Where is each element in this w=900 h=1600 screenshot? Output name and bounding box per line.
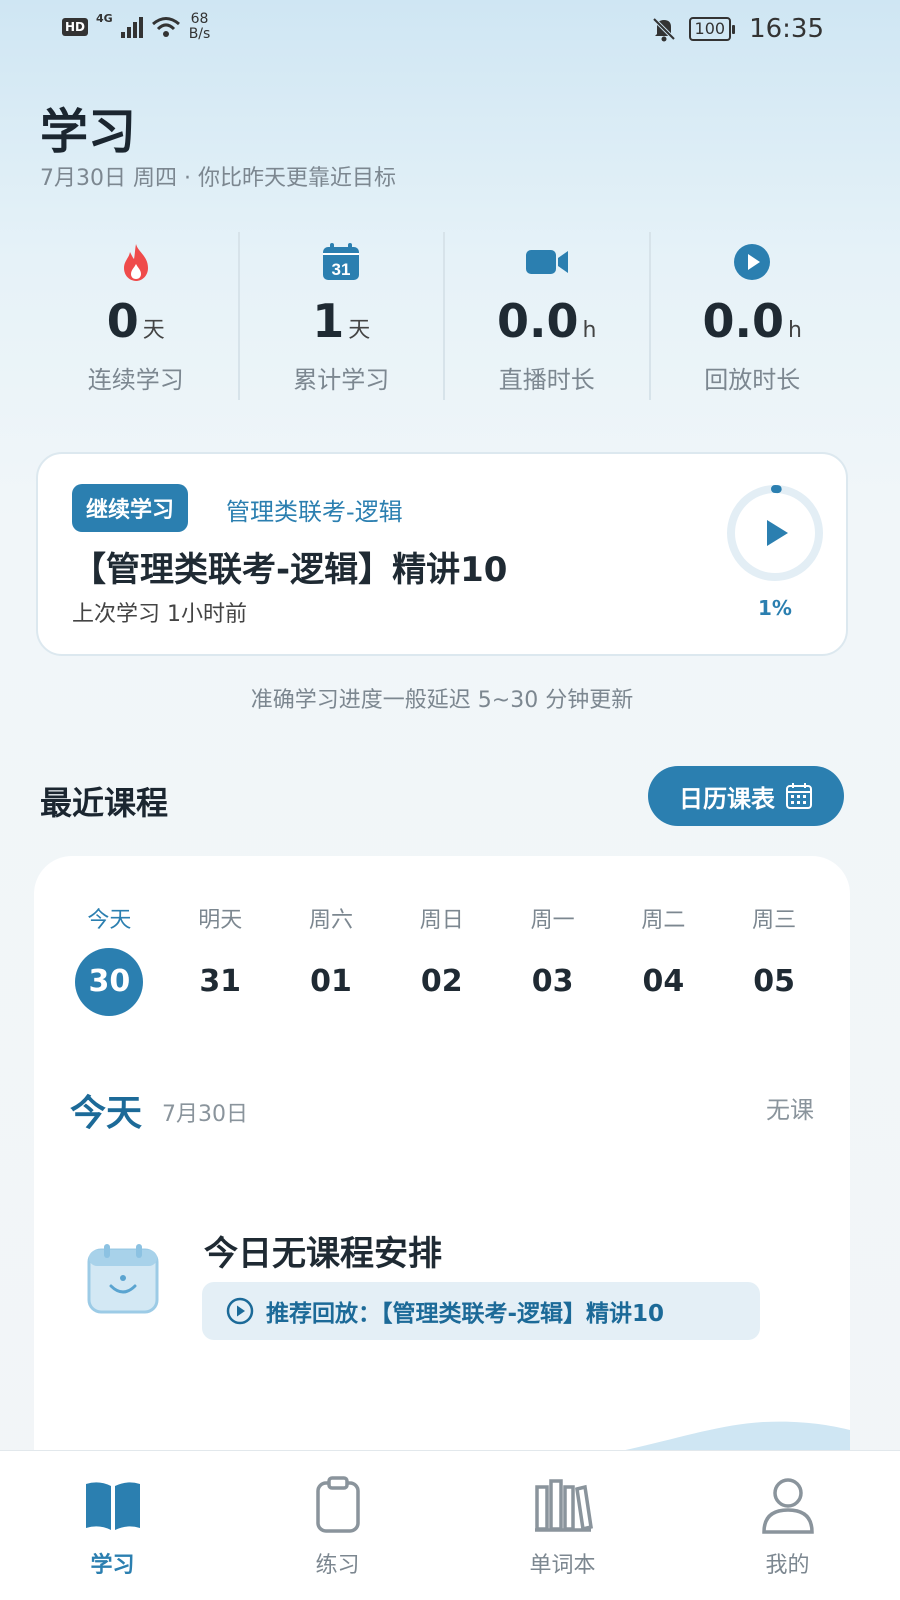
network-speed-value: 68 xyxy=(190,11,209,27)
play-outline-icon xyxy=(226,1297,254,1325)
battery-indicator: 100 xyxy=(688,17,735,41)
progress-percent: 1% xyxy=(758,596,792,620)
recommended-replay-text: 推荐回放：【管理类联考-逻辑】精讲10 xyxy=(266,1301,665,1327)
stat-unit: h xyxy=(788,318,802,343)
play-circle-icon xyxy=(651,236,855,288)
empty-schedule-title: 今日无课程安排 xyxy=(204,1234,442,1274)
stat-total-value: 1 天 xyxy=(240,294,444,348)
network-type: 4G xyxy=(96,12,113,25)
stat-streak[interactable]: 0 天 连续学习 xyxy=(34,232,238,400)
calendar-schedule-label: 日历课表 xyxy=(679,784,775,813)
day-saturday[interactable]: 周六 01 xyxy=(276,902,387,1016)
day-wednesday[interactable]: 周三 05 xyxy=(719,902,830,1016)
page-title: 学习 xyxy=(40,104,137,160)
today-date: 7月30日 xyxy=(162,1102,248,1127)
calendar-icon-day: 31 xyxy=(332,260,351,279)
stat-total[interactable]: 31 1 天 累计学习 xyxy=(237,232,444,400)
bookshelf-icon xyxy=(531,1473,595,1537)
progress-delay-note: 准确学习进度一般延迟 5~30 分钟更新 xyxy=(250,688,634,713)
stat-live-value: 0.0 h xyxy=(445,294,649,348)
day-today[interactable]: 今天 30 xyxy=(54,902,165,1016)
stat-label: 累计学习 xyxy=(293,366,390,394)
wifi-icon xyxy=(151,17,180,37)
bottom-navigation: 学习 练习 单词本 我的 xyxy=(0,1450,900,1600)
nav-label: 学习 xyxy=(90,1553,135,1578)
day-name: 周日 xyxy=(419,908,464,933)
continue-study-card[interactable]: 继续学习 管理类联考-逻辑 【管理类联考-逻辑】精讲10 上次学习 1小时前 1… xyxy=(36,452,848,656)
day-name: 周一 xyxy=(530,908,575,933)
calendar-icon: 31 xyxy=(240,236,444,288)
status-right: 100 16:35 xyxy=(651,14,824,44)
network-speed-unit: B/s xyxy=(188,26,211,42)
stat-label: 直播时长 xyxy=(498,366,595,394)
nav-vocabulary[interactable]: 单词本 xyxy=(450,1451,675,1600)
day-number: 01 xyxy=(310,964,352,999)
stat-label: 回放时长 xyxy=(704,366,801,394)
video-camera-icon xyxy=(445,236,649,288)
stat-replay[interactable]: 0.0 h 回放时长 xyxy=(648,232,855,400)
day-name: 周六 xyxy=(308,908,353,933)
hd-badge: HD xyxy=(62,18,89,36)
day-name: 明天 xyxy=(198,908,243,933)
stats-row: 0 天 连续学习 31 1 天 累计学习 0.0 h 直播时长 0.0 h 回放… xyxy=(34,232,854,400)
nav-study[interactable]: 学习 xyxy=(0,1451,225,1600)
day-tuesday[interactable]: 周二 04 xyxy=(608,902,719,1016)
schedule-card: 今天 30 明天 31 周六 01 周日 02 周一 03 周二 04 周三 0… xyxy=(34,856,850,1476)
stat-replay-value: 0.0 h xyxy=(651,294,855,348)
today-heading: 今天 xyxy=(70,1093,143,1134)
network-speed: 68 B/s xyxy=(189,12,211,42)
calendar-schedule-button[interactable]: 日历课表 xyxy=(648,766,844,826)
status-left: HD 4G 68 B/s xyxy=(62,12,210,42)
day-sunday[interactable]: 周日 02 xyxy=(386,902,497,1016)
stat-streak-value: 0 天 xyxy=(34,294,238,348)
status-bar: HD 4G 68 B/s 100 16:35 xyxy=(0,0,900,62)
stat-unit: 天 xyxy=(348,318,371,343)
day-tomorrow[interactable]: 明天 31 xyxy=(165,902,276,1016)
day-name: 周三 xyxy=(752,908,797,933)
nav-label: 我的 xyxy=(765,1553,810,1578)
calendar-smile-icon xyxy=(87,1244,159,1314)
stat-number: 0 xyxy=(106,294,139,348)
play-icon xyxy=(767,520,788,546)
bell-off-icon xyxy=(652,17,675,42)
lesson-title: 【管理类联考-逻辑】精讲10 xyxy=(72,550,508,590)
day-name: 今天 xyxy=(87,908,132,933)
stat-number: 0.0 xyxy=(497,294,579,348)
page-subtitle: 7月30日 周四 · 你比昨天更靠近目标 xyxy=(40,166,396,191)
continue-badge: 继续学习 xyxy=(72,484,189,532)
course-name: 管理类联考-逻辑 xyxy=(226,498,403,526)
user-icon xyxy=(756,1473,820,1537)
day-number: 05 xyxy=(753,964,796,999)
no-class-status: 无课 xyxy=(766,1096,814,1124)
progress-ring-play-button[interactable] xyxy=(726,484,824,582)
stat-label: 连续学习 xyxy=(87,366,184,394)
day-number: 30 xyxy=(75,948,144,1016)
recent-courses-title: 最近课程 xyxy=(40,784,169,822)
status-time: 16:35 xyxy=(749,14,824,44)
nav-profile[interactable]: 我的 xyxy=(675,1451,900,1600)
nav-label: 单词本 xyxy=(529,1553,596,1578)
day-monday[interactable]: 周一 03 xyxy=(497,902,608,1016)
day-name: 周二 xyxy=(641,908,686,933)
signal-icon xyxy=(120,16,143,38)
calendar-grid-icon xyxy=(786,783,812,809)
clipboard-icon xyxy=(306,1473,370,1537)
day-number: 02 xyxy=(420,964,463,999)
stat-number: 0.0 xyxy=(702,294,785,348)
recommended-replay-button[interactable]: 推荐回放：【管理类联考-逻辑】精讲10 xyxy=(202,1282,760,1340)
stat-live[interactable]: 0.0 h 直播时长 xyxy=(443,232,649,400)
nav-practice[interactable]: 练习 xyxy=(225,1451,450,1600)
day-number: 03 xyxy=(531,964,574,999)
stat-number: 1 xyxy=(312,294,345,348)
nav-label: 练习 xyxy=(315,1553,360,1578)
flame-icon xyxy=(34,236,238,288)
book-icon xyxy=(81,1473,145,1537)
week-day-selector: 今天 30 明天 31 周六 01 周日 02 周一 03 周二 04 周三 0… xyxy=(54,902,830,1016)
stat-unit: 天 xyxy=(142,318,165,343)
day-number: 04 xyxy=(642,964,685,999)
stat-unit: h xyxy=(582,318,597,343)
last-study-time: 上次学习 1小时前 xyxy=(72,602,247,627)
day-number: 31 xyxy=(199,964,242,999)
